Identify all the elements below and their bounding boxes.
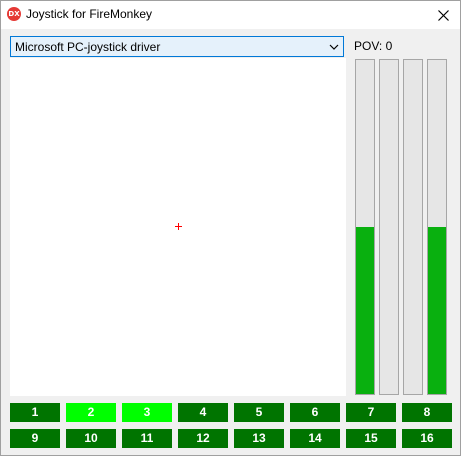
joystick-button-5[interactable]: 5 xyxy=(234,403,284,422)
joystick-button-6[interactable]: 6 xyxy=(290,403,340,422)
axis-bar-4 xyxy=(427,59,447,395)
device-select-value: Microsoft PC-joystick driver xyxy=(15,40,161,54)
pov-label: POV: 0 xyxy=(354,39,393,53)
chevron-down-icon xyxy=(329,44,339,50)
close-icon xyxy=(437,9,449,21)
axis-bar-fill xyxy=(428,227,446,394)
axis-bar-2 xyxy=(379,59,399,395)
joystick-button-3[interactable]: 3 xyxy=(122,403,172,422)
title-bar[interactable]: DX Joystick for FireMonkey xyxy=(1,1,460,29)
axis-bar-1 xyxy=(355,59,375,395)
app-window: DX Joystick for FireMonkey Microsoft PC-… xyxy=(0,0,461,456)
app-icon: DX xyxy=(7,7,21,21)
joystick-position-marker xyxy=(175,223,182,230)
joystick-button-16[interactable]: 16 xyxy=(402,429,452,448)
joystick-button-1[interactable]: 1 xyxy=(10,403,60,422)
joystick-button-13[interactable]: 13 xyxy=(234,429,284,448)
joystick-button-8[interactable]: 8 xyxy=(402,403,452,422)
joystick-button-4[interactable]: 4 xyxy=(178,403,228,422)
joystick-position-area xyxy=(10,58,346,396)
joystick-button-11[interactable]: 11 xyxy=(122,429,172,448)
joystick-button-9[interactable]: 9 xyxy=(10,429,60,448)
axis-bar-3 xyxy=(403,59,423,395)
joystick-button-12[interactable]: 12 xyxy=(178,429,228,448)
close-button[interactable] xyxy=(426,1,460,29)
window-title: Joystick for FireMonkey xyxy=(26,7,153,21)
device-select[interactable]: Microsoft PC-joystick driver xyxy=(10,36,344,57)
joystick-button-14[interactable]: 14 xyxy=(290,429,340,448)
axis-bar-fill xyxy=(356,227,374,394)
joystick-button-2[interactable]: 2 xyxy=(66,403,116,422)
joystick-button-7[interactable]: 7 xyxy=(346,403,396,422)
joystick-button-15[interactable]: 15 xyxy=(346,429,396,448)
joystick-button-10[interactable]: 10 xyxy=(66,429,116,448)
